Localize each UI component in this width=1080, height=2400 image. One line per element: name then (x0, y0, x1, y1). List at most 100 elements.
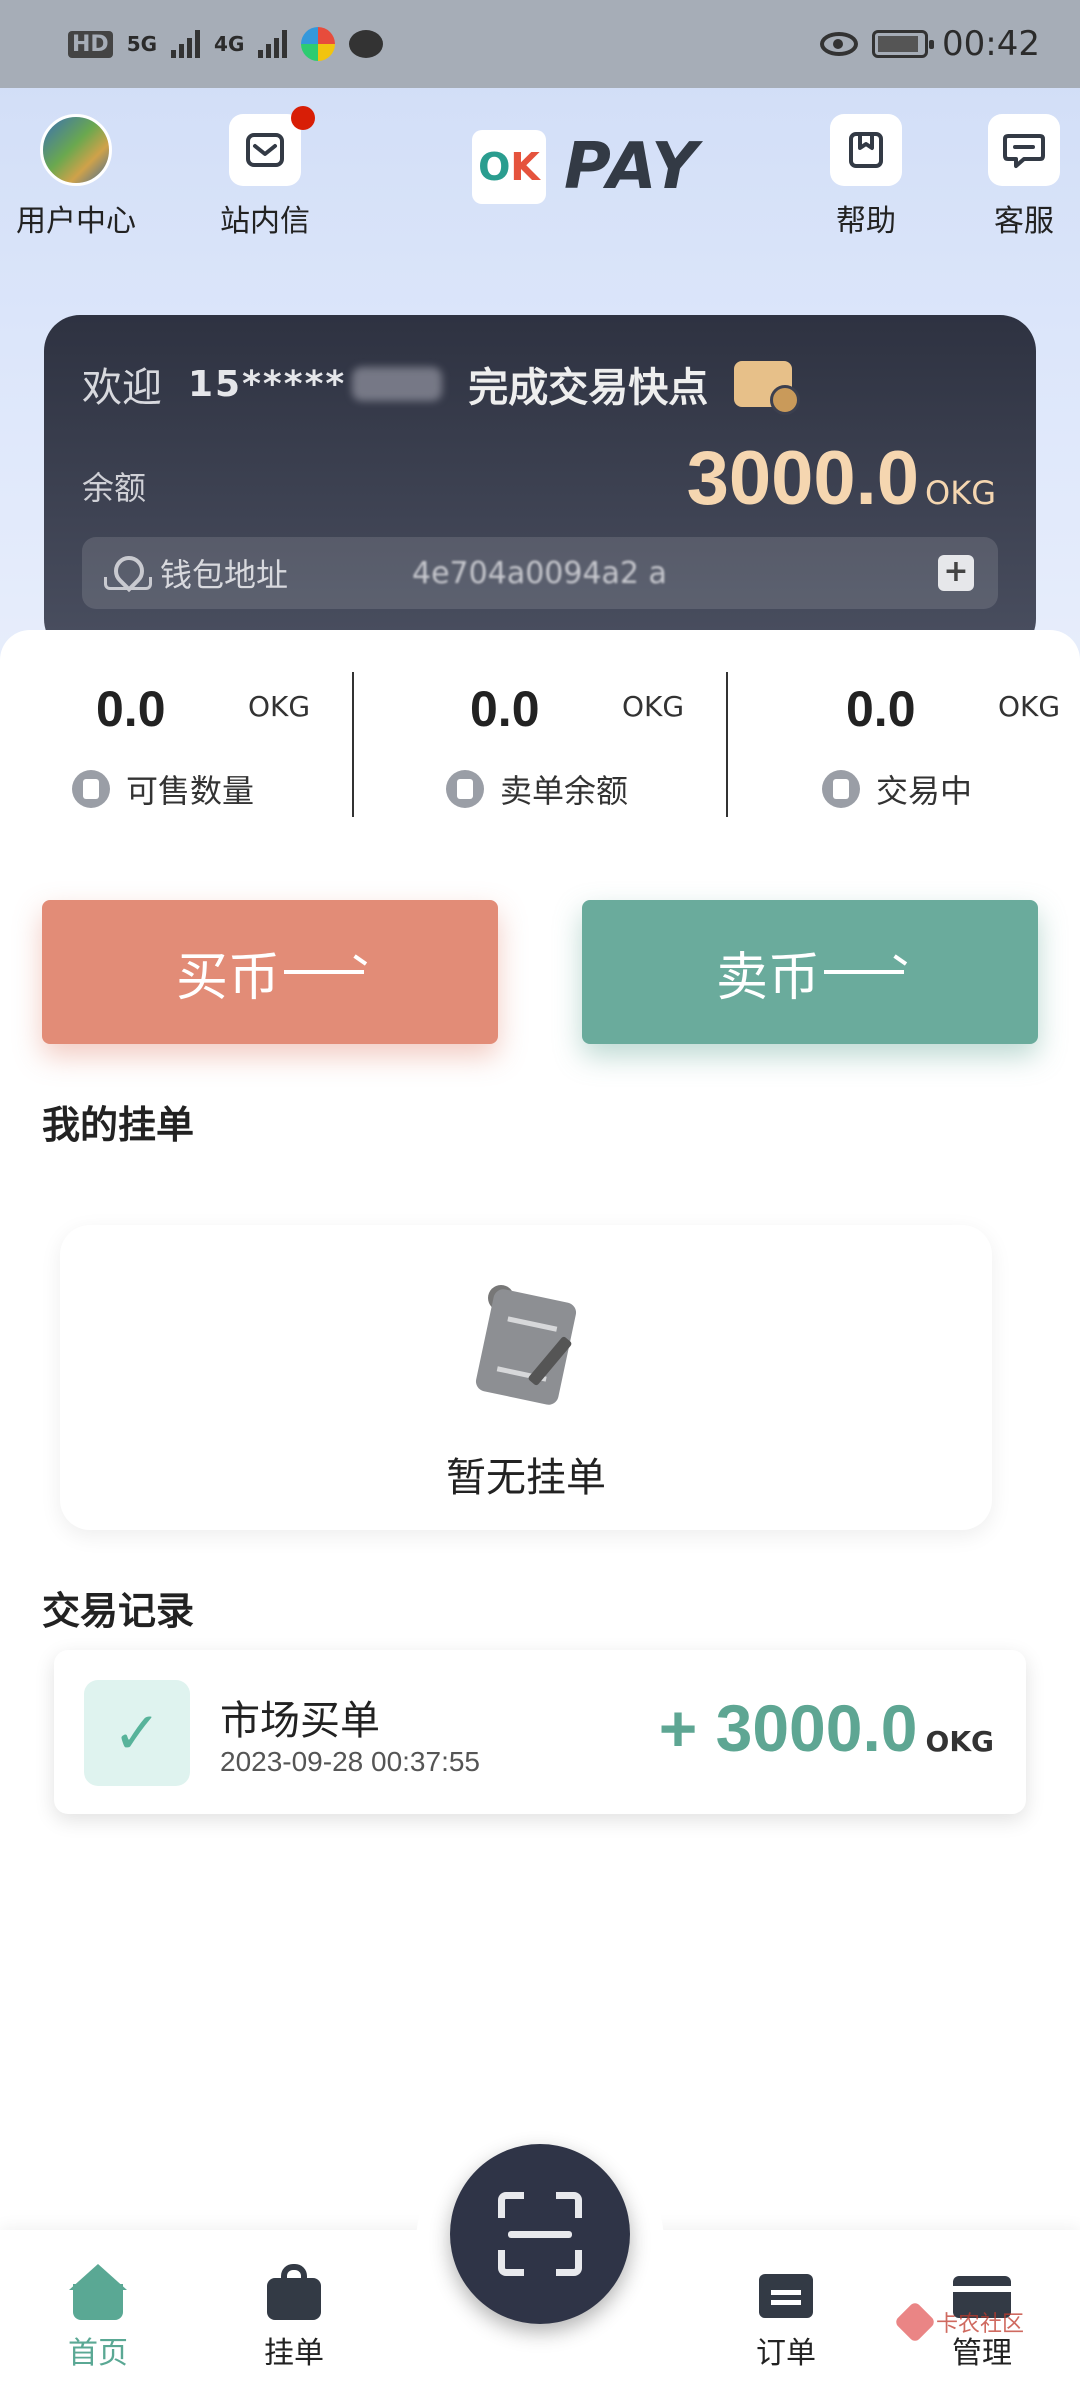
sell-coin-label: 卖币 (715, 947, 820, 1008)
stat-unit: OKG (622, 690, 685, 723)
battery-icon (872, 30, 935, 58)
home-icon (69, 2264, 127, 2320)
stat-value: 0.0 (470, 681, 540, 737)
stat-value: 0.0 (96, 681, 166, 737)
balance-unit: OKG (925, 474, 996, 512)
app-notification-icon (301, 27, 336, 61)
balance-display: 3000.0 OKG (687, 435, 996, 522)
avatar (40, 114, 112, 186)
copy-icon[interactable]: + (938, 555, 974, 591)
nav-orders-label: 订单 (756, 2336, 816, 2371)
status-left: HD 5G 4G (68, 27, 384, 61)
status-bar: HD 5G 4G 00:42 (0, 0, 1080, 88)
app-header: 用户中心 站内信 OK PAY 帮助 客服 (0, 100, 1080, 240)
masked-region (352, 367, 443, 401)
welcome-text: 欢迎 (82, 365, 162, 411)
quick-trade-link[interactable]: 完成交易快点 (468, 355, 708, 413)
customer-service-button[interactable]: 客服 (988, 114, 1060, 240)
record-time: 2023-09-28 00:37:55 (220, 1746, 480, 1777)
stat-unit: OKG (248, 690, 311, 723)
list-item[interactable]: ✓ 市场买单 2023-09-28 00:37:55 + 3000.0 OKG (54, 1650, 1026, 1814)
record-amount-value: + 3000.0 (658, 1691, 918, 1765)
logo-text: PAY (564, 130, 700, 204)
logo-mark-o: O (478, 145, 511, 189)
nav-listings[interactable]: 挂单 (224, 2264, 364, 2372)
balance-value: 3000.0 (686, 436, 920, 521)
order-icon (757, 2264, 815, 2320)
empty-orders-card: 暂无挂单 (60, 1225, 992, 1530)
inbox-icon (229, 106, 315, 186)
phone-number: 15***** (188, 363, 347, 405)
document-icon (72, 770, 110, 808)
stat-available: 0.0 OKG 可售数量 (0, 670, 330, 820)
nav-orders[interactable]: 订单 (716, 2264, 856, 2372)
receipt-icon (446, 770, 484, 808)
arrow-right-icon (284, 970, 364, 974)
wallet-address-bar[interactable]: 钱包地址 4e704a0094a2 a + (82, 537, 998, 609)
buy-coin-label: 买币 (175, 947, 280, 1008)
inbox-button[interactable]: 站内信 (220, 106, 315, 240)
empty-orders-text: 暂无挂单 (446, 1455, 606, 1501)
divider (352, 672, 354, 817)
hd-indicator: HD (68, 30, 113, 58)
app-logo: OK PAY (472, 130, 700, 204)
user-center-button[interactable]: 用户中心 (16, 114, 136, 240)
status-right: 00:42 (820, 24, 1040, 64)
id-card-icon[interactable] (734, 361, 801, 415)
location-pin-icon (104, 556, 152, 590)
watermark-logo-icon (893, 2300, 937, 2344)
unread-dot (291, 106, 315, 130)
stats-panel: 0.0 OKG 可售数量 0.0 OKG 卖单余额 0.0 OKG 交易中 (0, 630, 1080, 830)
eye-icon (820, 32, 859, 56)
logo-mark: OK (472, 130, 546, 204)
check-icon: ✓ (84, 1680, 190, 1786)
nav-listings-label: 挂单 (264, 2336, 324, 2371)
stat-label-row: 卖单余额 (446, 766, 628, 812)
wallet-address-value: 4e704a0094a2 a (412, 555, 667, 591)
clock-time: 00:42 (942, 24, 1040, 64)
stat-label: 交易中 (876, 772, 973, 810)
help-label: 帮助 (836, 204, 896, 239)
trade-records-title: 交易记录 (42, 1589, 195, 1633)
scan-icon (498, 2192, 582, 2276)
help-button[interactable]: 帮助 (830, 114, 902, 240)
help-book-icon (830, 114, 902, 186)
stat-value: 0.0 (846, 681, 916, 737)
user-center-label: 用户中心 (16, 204, 136, 239)
inbox-label: 站内信 (220, 204, 310, 239)
buy-coin-button[interactable]: 买币 (42, 900, 498, 1044)
trash-icon (822, 770, 860, 808)
watermark: 卡农社区 (893, 2300, 1025, 2344)
logo-mark-k: K (510, 145, 540, 189)
signal-icon (258, 30, 288, 58)
record-amount-unit: OKG (925, 1725, 994, 1758)
my-orders-title: 我的挂单 (42, 1103, 195, 1147)
stat-in-trade: 0.0 OKG 交易中 (750, 670, 1080, 820)
empty-document-icon (462, 1285, 592, 1407)
customer-service-label: 客服 (994, 204, 1054, 239)
wallet-card: 欢迎 15***** 完成交易快点 余额 3000.0 OKG 钱包地址 4e7… (44, 315, 1036, 655)
chat-notification-icon (349, 30, 384, 58)
wallet-address-label: 钱包地址 (160, 556, 289, 594)
stat-label-row: 可售数量 (72, 766, 254, 812)
stat-sell-balance: 0.0 OKG 卖单余额 (374, 670, 704, 820)
bag-icon (265, 2264, 323, 2320)
balance-label: 余额 (82, 469, 147, 507)
sell-coin-button[interactable]: 卖币 (582, 900, 1038, 1044)
nav-home[interactable]: 首页 (28, 2264, 168, 2372)
record-title: 市场买单 (220, 1698, 380, 1744)
welcome-row: 欢迎 15***** 完成交易快点 (82, 355, 801, 415)
network-4g-label: 4G (214, 32, 245, 56)
stat-unit: OKG (998, 690, 1061, 723)
signal-icon (171, 30, 201, 58)
stat-label-row: 交易中 (822, 766, 972, 812)
arrow-right-icon (824, 970, 904, 974)
watermark-text: 卡农社区 (936, 2312, 1025, 2337)
record-amount: + 3000.0 OKG (659, 1690, 994, 1766)
stat-label: 可售数量 (126, 772, 255, 810)
chat-bubble-icon (988, 114, 1060, 186)
network-5g-label: 5G (126, 32, 158, 56)
stat-label: 卖单余额 (500, 772, 629, 810)
scan-button[interactable] (450, 2144, 630, 2324)
divider (726, 672, 728, 817)
